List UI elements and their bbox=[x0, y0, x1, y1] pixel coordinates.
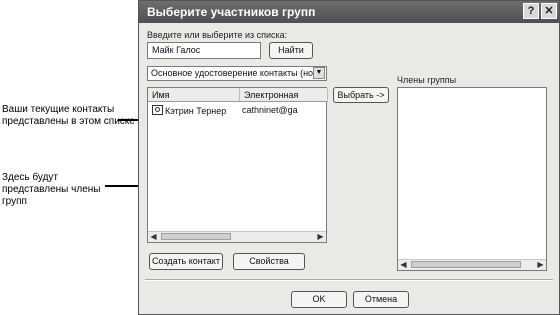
members-label: Члены группы bbox=[397, 75, 457, 85]
scroll-left-icon[interactable]: ◀ bbox=[148, 232, 159, 242]
select-members-dialog: Выберите участников групп ? ✕ Введите ил… bbox=[138, 0, 560, 315]
address-book-select[interactable]: Основное удостоверение контакты (нов ▼ bbox=[147, 66, 327, 81]
scroll-thumb[interactable] bbox=[161, 233, 231, 240]
scroll-left-icon[interactable]: ◀ bbox=[398, 260, 409, 270]
contacts-list[interactable]: Имя Электронная Кэтрин Тернер cathninet@… bbox=[147, 87, 328, 243]
scroll-thumb[interactable] bbox=[411, 261, 521, 268]
new-contact-button[interactable]: Создать контакт bbox=[149, 253, 223, 270]
close-button[interactable]: ✕ bbox=[541, 3, 557, 19]
help-button[interactable]: ? bbox=[523, 3, 539, 19]
column-header-email[interactable]: Электронная bbox=[240, 88, 328, 102]
dialog-title: Выберите участников групп bbox=[147, 5, 316, 19]
chevron-down-icon: ▼ bbox=[313, 67, 325, 79]
contacts-horizontal-scrollbar[interactable]: ◀ ▶ bbox=[148, 231, 326, 242]
column-header-name[interactable]: Имя bbox=[148, 88, 240, 102]
bottom-divider bbox=[145, 279, 553, 281]
search-label: Введите или выберите из списка: bbox=[147, 30, 288, 40]
callout-members: Здесь будут представлены члены групп bbox=[2, 172, 101, 207]
contact-email: cathninet@ga bbox=[242, 105, 298, 115]
find-button[interactable]: Найти bbox=[269, 42, 313, 59]
ok-button[interactable]: OK bbox=[291, 291, 347, 308]
members-list[interactable]: ◀ ▶ bbox=[397, 87, 547, 271]
contact-card-icon bbox=[152, 105, 163, 115]
members-horizontal-scrollbar[interactable]: ◀ ▶ bbox=[398, 259, 546, 270]
properties-button[interactable]: Свойства bbox=[233, 253, 305, 270]
address-book-value: Основное удостоверение контакты (нов bbox=[151, 68, 318, 78]
contact-row[interactable]: Кэтрин Тернер cathninet@ga bbox=[152, 105, 324, 116]
select-button[interactable]: Выбрать -> bbox=[333, 87, 389, 103]
scroll-right-icon[interactable]: ▶ bbox=[535, 260, 546, 270]
scroll-right-icon[interactable]: ▶ bbox=[315, 232, 326, 242]
title-bar: Выберите участников групп ? ✕ bbox=[139, 1, 559, 23]
search-input[interactable]: Майк Галос bbox=[147, 42, 261, 59]
contact-name: Кэтрин Тернер bbox=[165, 106, 227, 116]
callout-contacts: Ваши текущие контакты представлены в это… bbox=[2, 104, 135, 127]
cancel-button[interactable]: Отмена bbox=[353, 291, 409, 308]
